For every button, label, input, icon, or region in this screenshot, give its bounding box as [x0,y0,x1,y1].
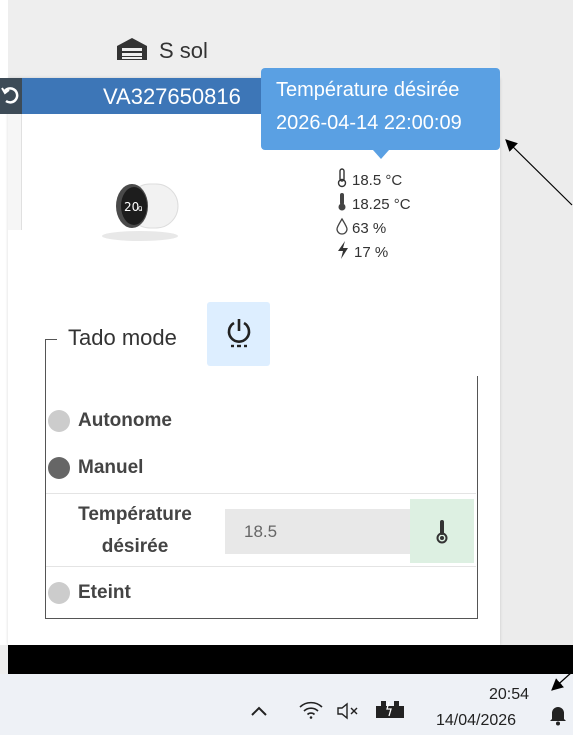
temperature-label: Température désirée [60,499,210,563]
room-name: S sol [159,38,208,63]
tooltip-arrow [373,150,389,159]
reading-row: 63 % [336,216,446,240]
reading-value: 18.25 °C [352,195,411,213]
chevron-up-icon[interactable] [250,704,268,722]
side-tab[interactable] [0,78,22,114]
reading-row: 18.25 °C [336,192,446,216]
speaker-muted-icon[interactable] [336,702,362,725]
reading-row: 18.5 °C [336,168,446,192]
tooltip-timestamp: 2026-04-14 22:00:09 [276,112,462,134]
thermometer-outline-icon [336,168,348,192]
fieldset-top-edge [45,339,57,340]
thermostat-image: 20. 0 [98,178,182,242]
radio-manuel[interactable] [48,457,70,479]
svg-text:0: 0 [138,205,142,213]
option-label: Eteint [78,582,131,603]
temperature-tooltip: Température désirée 2026-04-14 22:00:09 [261,68,500,159]
tado-mode-fieldset [45,339,478,619]
option-label: Autonome [78,410,172,431]
clock-date[interactable]: 14/04/2026 [436,712,516,730]
reading-value: 18.5 °C [352,171,403,189]
lightning-icon [336,240,350,264]
notification-bell-icon[interactable] [549,704,567,731]
option-manuel[interactable]: Manuel [48,457,143,479]
wifi-icon[interactable] [298,700,324,725]
power-button[interactable] [207,302,270,366]
option-autonome[interactable]: Autonome [48,410,172,432]
radio-autonome[interactable] [48,410,70,432]
home-garage-icon [115,36,149,67]
black-bar [8,645,573,674]
tado-mode-legend: Tado mode [68,325,177,350]
option-label: Manuel [78,457,144,478]
page: S sol VA327650816 20. 0 18.5 °C 18.25 °C… [0,0,573,735]
radio-eteint[interactable] [48,582,70,604]
reading-value: 63 % [352,219,387,237]
thermometer-filled-icon [336,192,348,216]
clock-time[interactable]: 20:54 [489,686,529,704]
temperature-input[interactable] [225,509,410,554]
tooltip-title: Température désirée [276,79,460,101]
power-icon [227,319,250,348]
refresh-icon [1,87,19,104]
reading-row: 17 % [336,240,446,264]
temperature-label-line1: Température [78,504,192,525]
set-temperature-button[interactable] [410,499,474,563]
option-eteint[interactable]: Eteint [48,582,131,604]
battery-plug-icon[interactable] [374,698,408,725]
side-panel [8,114,22,230]
thermometer-icon [436,520,448,544]
reading-value: 17 % [354,243,389,261]
fieldset-right-edge [477,376,478,619]
temperature-label-line2: désirée [101,536,169,557]
device-id: VA327650816 [103,84,241,109]
humidity-drop-icon [336,217,348,239]
readings-list: 18.5 °C 18.25 °C 63 % 17 % [336,168,446,264]
room-header: S sol [115,36,208,66]
right-background [500,0,573,645]
